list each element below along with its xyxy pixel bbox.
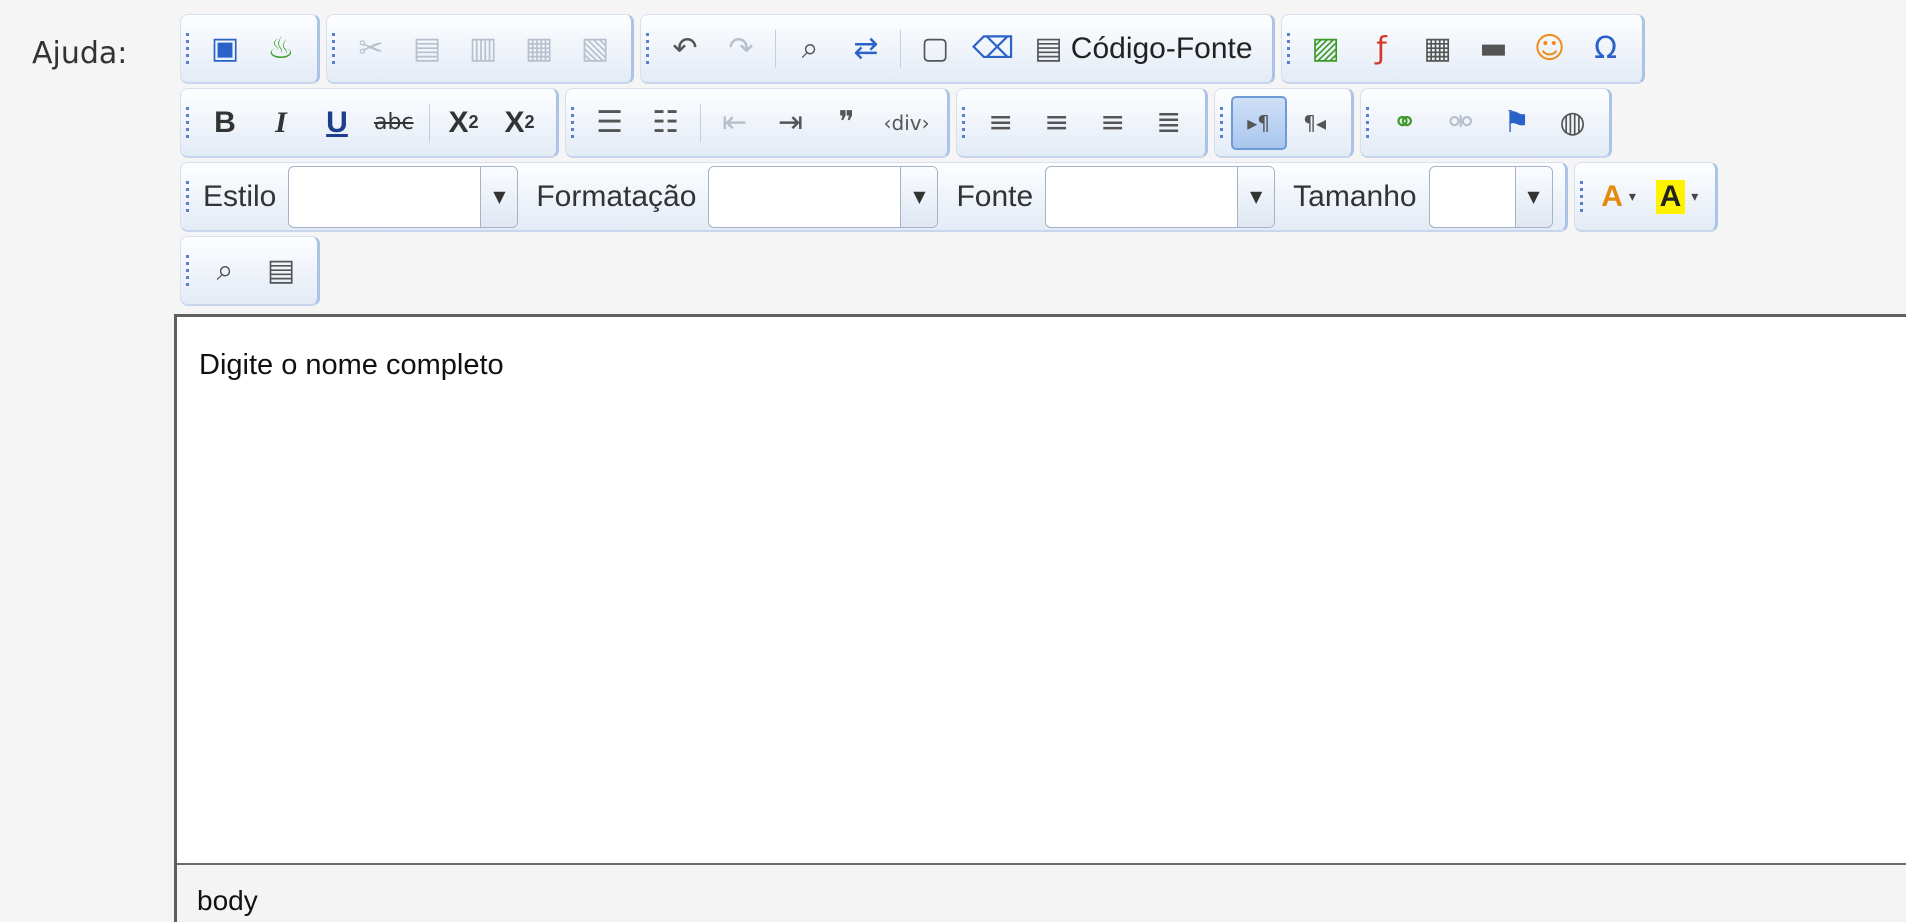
source-icon: ▤ [1034, 32, 1063, 65]
rtl-icon[interactable]: ¶◂ [1287, 96, 1343, 150]
link-icon[interactable]: ⚭ [1377, 96, 1433, 150]
toolbar-group-insert: ▨ ƒ ▦ ▬ ☺ Ω [1280, 14, 1645, 84]
blockquote-icon[interactable]: ❞ [819, 96, 875, 150]
cut-icon[interactable]: ✂ [343, 22, 399, 76]
editor-frame: Digite o nome completo body [174, 314, 1906, 922]
superscript-icon[interactable]: X2 [492, 96, 548, 150]
caret-down-icon: ▾ [1691, 188, 1699, 205]
toolbar-group-document: ⌕ ▤ [180, 236, 320, 306]
redo-icon[interactable]: ↷ [713, 22, 769, 76]
image-icon[interactable]: ▨ [1298, 22, 1354, 76]
style-label: Estilo [203, 179, 277, 213]
font-combo[interactable]: ▼ [1045, 165, 1276, 228]
source-label: Código-Fonte [1070, 31, 1253, 65]
superscript-glyph: X [504, 105, 525, 139]
toolbar-group-colors: A ▾ A ▾ [1573, 162, 1719, 232]
align-right-icon[interactable]: ≡ [1085, 96, 1141, 150]
justify-icon[interactable]: ≣ [1141, 96, 1197, 150]
toolbar-group-align: ≡ ≡ ≡ ≣ [955, 88, 1208, 158]
toolbar-row-2: B I U abc X2 X2 ☰ ☷ ⇤ ⇥ ❞ ‹div› ≡ ≡ ≡ ≣ … [180, 88, 1618, 162]
size-combo[interactable]: ▼ [1428, 165, 1553, 228]
templates-icon[interactable]: ▤ [253, 244, 309, 298]
separator [900, 29, 901, 68]
bg-color-button[interactable]: A ▾ [1647, 170, 1708, 224]
chevron-down-icon: ▼ [900, 166, 938, 227]
toolbar-group-spellcheck: ▣ ♨ [180, 14, 320, 84]
align-center-icon[interactable]: ≡ [1029, 96, 1085, 150]
toolbar-group-styles: Estilo ▼ Formatação ▼ Fonte ▼ Tamanho ▼ [180, 162, 1568, 232]
flash-icon[interactable]: ƒ [1354, 22, 1410, 76]
italic-icon[interactable]: I [253, 96, 309, 150]
toolbar-group-paragraph: ☰ ☷ ⇤ ⇥ ❞ ‹div› [564, 88, 950, 158]
scayt-icon[interactable]: ♨ [253, 22, 309, 76]
spellcheck-icon[interactable]: ▣ [197, 22, 253, 76]
font-combo-value [1046, 167, 1237, 227]
separator [775, 29, 776, 68]
horizontal-rule-icon[interactable]: ▬ [1466, 22, 1522, 76]
preview-icon[interactable]: ⌕ [197, 244, 253, 298]
remove-format-icon[interactable]: ⌫ [963, 22, 1023, 76]
format-label: Formatação [536, 179, 697, 213]
caret-down-icon: ▾ [1628, 188, 1636, 205]
toolbar-group-direction: ▸¶ ¶◂ [1213, 88, 1354, 158]
ltr-icon[interactable]: ▸¶ [1230, 95, 1287, 150]
separator [428, 103, 430, 142]
undo-icon[interactable]: ↶ [657, 22, 713, 76]
text-color-icon: A [1601, 179, 1623, 213]
editor-text: Digite o nome completo [199, 349, 504, 381]
outdent-icon[interactable]: ⇤ [707, 96, 763, 150]
select-all-icon[interactable]: ▢ [907, 22, 963, 76]
size-combo-value [1430, 167, 1515, 227]
field-label: Ajuda: [32, 36, 128, 71]
find-icon[interactable]: ⌕ [782, 22, 838, 76]
format-combo-value [709, 167, 900, 227]
create-div-icon[interactable]: ‹div› [875, 96, 939, 150]
strikethrough-icon[interactable]: abc [365, 96, 423, 150]
chevron-down-icon: ▼ [1514, 166, 1552, 227]
paste-icon[interactable]: ▥ [455, 22, 511, 76]
smiley-icon[interactable]: ☺ [1522, 22, 1578, 76]
toolbar-group-clipboard: ✂ ▤ ▥ ▦ ▧ [326, 14, 634, 84]
separator [699, 103, 701, 142]
superscript-small-glyph: 2 [524, 112, 535, 132]
font-label: Fonte [956, 179, 1034, 213]
editor-page: Ajuda: ▣ ♨ ✂ ▤ ▥ ▦ ▧ ↶ ↷ ⌕ ⇄ ▢ ⌫ ▤ Códig… [0, 0, 1906, 922]
status-bar: body [177, 863, 1906, 922]
source-button[interactable]: ▤ Código-Fonte [1023, 22, 1263, 76]
style-combo[interactable]: ▼ [288, 165, 519, 228]
bold-icon[interactable]: B [197, 96, 253, 150]
subscript-small-glyph: 2 [468, 112, 479, 132]
anchor-icon[interactable]: ⚑ [1489, 96, 1545, 150]
indent-icon[interactable]: ⇥ [763, 96, 819, 150]
text-color-button[interactable]: A ▾ [1591, 170, 1647, 224]
paste-text-icon[interactable]: ▦ [511, 22, 567, 76]
copy-icon[interactable]: ▤ [399, 22, 455, 76]
bulleted-list-icon[interactable]: ☷ [638, 96, 694, 150]
table-icon[interactable]: ▦ [1410, 22, 1466, 76]
toolbar-group-edit: ↶ ↷ ⌕ ⇄ ▢ ⌫ ▤ Código-Fonte [640, 14, 1275, 84]
toolbar-group-links: ⚭ ⚮ ⚑ ◍ [1359, 88, 1612, 158]
format-combo[interactable]: ▼ [708, 165, 939, 228]
globe-icon[interactable]: ◍ [1545, 96, 1601, 150]
underline-icon[interactable]: U [309, 96, 365, 150]
numbered-list-icon[interactable]: ☰ [582, 96, 638, 150]
subscript-icon[interactable]: X2 [436, 96, 492, 150]
toolbar-row-4: ⌕ ▤ [180, 236, 326, 310]
chevron-down-icon: ▼ [480, 166, 518, 227]
replace-icon[interactable]: ⇄ [838, 22, 894, 76]
paste-word-icon[interactable]: ▧ [567, 22, 623, 76]
chevron-down-icon: ▼ [1237, 166, 1275, 227]
element-path[interactable]: body [197, 885, 258, 917]
bg-color-icon: A [1655, 179, 1686, 214]
toolbar-row-1: ▣ ♨ ✂ ▤ ▥ ▦ ▧ ↶ ↷ ⌕ ⇄ ▢ ⌫ ▤ Código-Fonte… [180, 14, 1651, 88]
toolbar-row-3: Estilo ▼ Formatação ▼ Fonte ▼ Tamanho ▼ … [180, 162, 1724, 236]
align-left-icon[interactable]: ≡ [973, 96, 1029, 150]
style-combo-value [289, 167, 480, 227]
special-char-icon[interactable]: Ω [1578, 22, 1634, 76]
toolbar-group-basicstyles: B I U abc X2 X2 [180, 88, 559, 158]
editor-content-area[interactable]: Digite o nome completo [177, 317, 1906, 863]
size-label: Tamanho [1293, 179, 1417, 213]
subscript-glyph: X [448, 105, 469, 139]
unlink-icon[interactable]: ⚮ [1433, 96, 1489, 150]
